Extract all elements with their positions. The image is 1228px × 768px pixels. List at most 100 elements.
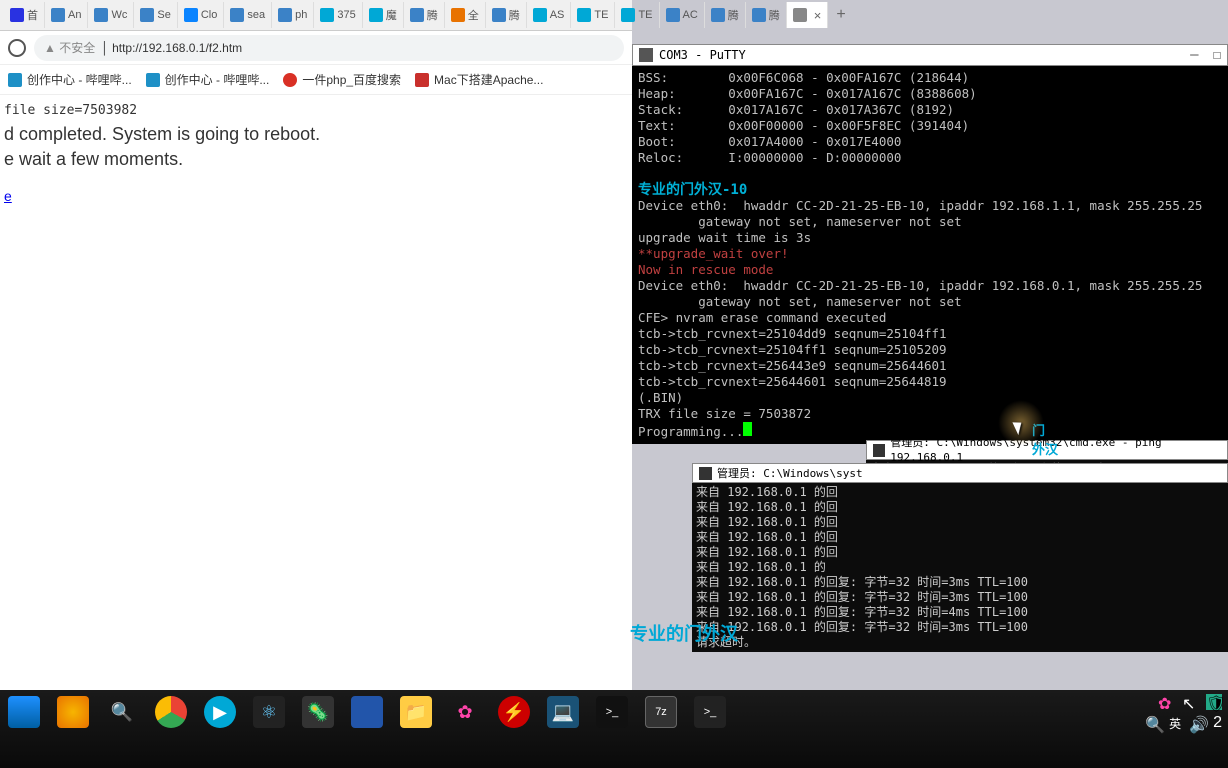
browser-tab[interactable]: 375: [314, 2, 362, 28]
taskbar-flash[interactable]: ⚡: [498, 696, 530, 728]
insecure-warning: ▲ 不安全: [44, 39, 95, 56]
tab-favicon: [533, 8, 547, 22]
putty-terminal[interactable]: BSS: 0x00F6C068 - 0x00FA167C (218644) He…: [632, 66, 1228, 444]
continue-link[interactable]: e: [4, 188, 12, 204]
tab-favicon: [94, 8, 108, 22]
bookmark-item[interactable]: 创作中心 - 哔哩哔...: [8, 71, 132, 88]
tray-shield-icon[interactable]: 🛡: [1206, 694, 1222, 710]
browser-tab[interactable]: TE: [615, 2, 659, 28]
tab-label: ph: [295, 9, 307, 21]
tab-favicon: [752, 8, 766, 22]
tab-favicon: [666, 8, 680, 22]
bookmark-favicon: [415, 73, 429, 87]
bookmarks-bar: 创作中心 - 哔哩哔... 创作中心 - 哔哩哔... 一件php_百度搜索 Mac下…: [0, 65, 632, 95]
address-input[interactable]: ▲ 不安全 │ http://192.168.0.1/f2.htm: [34, 35, 624, 61]
taskbar-cmd[interactable]: >_: [596, 696, 628, 728]
tab-label: 腾: [509, 7, 520, 23]
browser-tab[interactable]: AC: [660, 2, 705, 28]
start-button[interactable]: [8, 696, 40, 728]
taskbar-folder[interactable]: 📁: [400, 696, 432, 728]
taskbar-terminal[interactable]: >_: [694, 696, 726, 728]
putty-window: COM3 - PuTTY — ☐ BSS: 0x00F6C068 - 0x00F…: [632, 44, 1228, 444]
cmd-icon: [699, 467, 712, 480]
browser-tab[interactable]: ×: [787, 2, 829, 28]
tab-favicon: [51, 8, 65, 22]
tray-flower-icon[interactable]: ✿: [1158, 694, 1174, 710]
tray-cursor-icon[interactable]: ↖: [1182, 694, 1198, 710]
new-tab-button[interactable]: +: [828, 6, 853, 24]
tab-label: 魔: [386, 7, 397, 23]
tab-favicon: [230, 8, 244, 22]
tray-search-icon[interactable]: 🔍: [1145, 715, 1161, 731]
tab-favicon: [10, 8, 24, 22]
browser-tab[interactable]: sea: [224, 2, 272, 28]
browser-tab[interactable]: 腾: [746, 2, 787, 28]
close-icon[interactable]: ×: [814, 8, 822, 23]
browser-tab[interactable]: 腾: [486, 2, 527, 28]
tab-favicon: [451, 8, 465, 22]
page-content: file size=7503982 d completed. System is…: [0, 95, 632, 213]
browser-tab[interactable]: 腾: [404, 2, 445, 28]
browser-tab[interactable]: Clo: [178, 2, 225, 28]
tab-favicon: [320, 8, 334, 22]
browser-tab[interactable]: 首: [4, 2, 45, 28]
maximize-button[interactable]: ☐: [1213, 47, 1221, 63]
taskbar-edge[interactable]: [57, 696, 89, 728]
browser-tab[interactable]: AS: [527, 2, 572, 28]
cmd-window-front: 管理员: C:\Windows\syst 来自 192.168.0.1 的回 来…: [692, 463, 1228, 652]
system-tray: ✿ ↖ 🛡 🔍 英 🔊 2: [1145, 694, 1222, 732]
taskbar: 🔍 ▶ ⚛ 🦠 📁 ✿ ⚡ 💻 >_ 7z >_ ✿ ↖ 🛡 🔍 英 🔊 2: [0, 690, 1228, 768]
putty-title-text: COM3 - PuTTY: [659, 47, 746, 63]
browser-tab[interactable]: Se: [134, 2, 177, 28]
file-size-text: file size=7503982: [4, 103, 628, 118]
taskbar-atom[interactable]: ⚛: [253, 696, 285, 728]
tab-label: TE: [594, 9, 608, 21]
browser-tab[interactable]: 全: [445, 2, 486, 28]
bookmark-item[interactable]: 一件php_百度搜索: [283, 71, 401, 88]
browser-tab[interactable]: 魔: [363, 2, 404, 28]
bookmark-label: 创作中心 - 哔哩哔...: [27, 71, 132, 88]
taskbar-search[interactable]: 🔍: [106, 696, 138, 728]
tab-favicon: [369, 8, 383, 22]
tab-label: 首: [27, 7, 38, 23]
cmd-icon: [873, 444, 885, 457]
tab-label: Wc: [111, 9, 127, 21]
taskbar-7z[interactable]: 7z: [645, 696, 677, 728]
status-line-2: e wait a few moments.: [4, 149, 628, 170]
tab-favicon: [492, 8, 506, 22]
bookmark-item[interactable]: Mac下搭建Apache...: [415, 71, 543, 88]
taskbar-flower[interactable]: ✿: [449, 696, 481, 728]
tab-label: An: [68, 9, 81, 21]
browser-tab[interactable]: 腾: [705, 2, 746, 28]
taskbar-chrome[interactable]: [155, 696, 187, 728]
bookmark-item[interactable]: 创作中心 - 哔哩哔...: [146, 71, 270, 88]
ime-indicator[interactable]: 英: [1169, 715, 1181, 732]
minimize-button[interactable]: —: [1190, 47, 1198, 63]
cursor-icon: [743, 422, 752, 436]
tab-favicon: [140, 8, 154, 22]
cmd2-title-text: 管理员: C:\Windows\system32\cmd.exe - ping …: [890, 435, 1221, 465]
taskbar-update[interactable]: 🦠: [302, 696, 334, 728]
tab-favicon: [621, 8, 635, 22]
tab-label: 全: [468, 7, 479, 23]
tab-favicon: [793, 8, 807, 22]
browser-tab[interactable]: ph: [272, 2, 314, 28]
browser-tab[interactable]: TE: [571, 2, 615, 28]
tab-favicon: [711, 8, 725, 22]
tray-more[interactable]: 2: [1213, 714, 1222, 732]
browser-tab[interactable]: An: [45, 2, 88, 28]
bookmark-favicon: [283, 73, 297, 87]
putty-titlebar[interactable]: COM3 - PuTTY — ☐: [632, 44, 1228, 66]
cmd2-titlebar[interactable]: 管理员: C:\Windows\system32\cmd.exe - ping …: [866, 440, 1228, 460]
taskbar-media[interactable]: ▶: [204, 696, 236, 728]
reload-icon[interactable]: [8, 39, 26, 57]
cmd1-titlebar[interactable]: 管理员: C:\Windows\syst: [692, 463, 1228, 483]
browser-tab[interactable]: Wc: [88, 2, 134, 28]
taskbar-monitor[interactable]: 💻: [547, 696, 579, 728]
tab-label: 腾: [769, 7, 780, 23]
taskbar-net[interactable]: [351, 696, 383, 728]
tray-volume-icon[interactable]: 🔊: [1189, 715, 1205, 731]
tab-favicon: [278, 8, 292, 22]
browser-window: 首AnWcSeCloseaph375魔腾全腾ASTETEAC腾腾×+ ▲ 不安全…: [0, 0, 632, 690]
cmd1-output[interactable]: 来自 192.168.0.1 的回 来自 192.168.0.1 的回 来自 1…: [692, 483, 1228, 652]
